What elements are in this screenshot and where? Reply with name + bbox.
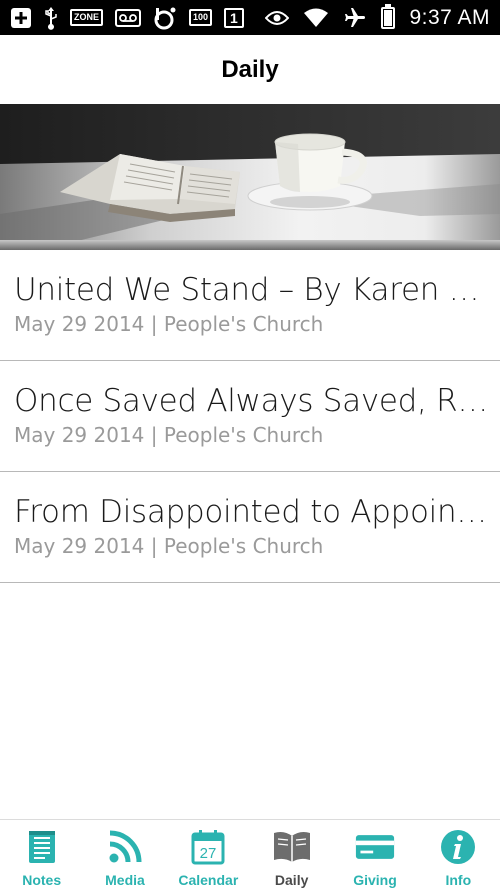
status-bar-notifications: ZONE 100 1 (10, 5, 244, 30)
sim-1-icon: 1 (224, 7, 244, 28)
list-item[interactable]: From Disappointed to Appointed May 29 20… (0, 472, 500, 583)
bible-and-coffee-cup-photo (0, 104, 500, 250)
list-item[interactable]: United We Stand – By Karen Kr… May 29 20… (0, 250, 500, 361)
credit-card-icon (355, 828, 395, 866)
voicemail-icon (115, 8, 142, 27)
calendar-icon: 27 (188, 828, 228, 866)
page-title: Daily (221, 55, 279, 83)
tab-label: Daily (274, 872, 309, 888)
info-icon (438, 828, 478, 866)
list-item-title: From Disappointed to Appointed (14, 494, 490, 530)
storage-100-icon: 100 (189, 9, 213, 26)
list-item[interactable]: Once Saved Always Saved, Right? May 29 2… (0, 361, 500, 472)
eye-icon (265, 10, 290, 26)
status-bar-system: 9:37 AM (265, 3, 490, 30)
clock: 9:37 AM (409, 5, 490, 29)
rss-icon (105, 828, 145, 866)
tab-label: Info (445, 872, 472, 888)
beats-icon (153, 6, 177, 30)
tab-label: Media (105, 872, 145, 888)
hero-image-bottom-edge (0, 240, 500, 250)
status-bar: ZONE 100 1 9:37 AM (0, 0, 500, 35)
battery-icon (381, 3, 396, 29)
wifi-icon (303, 8, 329, 28)
tab-label: Calendar (178, 872, 239, 888)
tab-info[interactable]: Info (417, 820, 500, 889)
list-item-title: Once Saved Always Saved, Right? (14, 383, 490, 419)
usb-icon (44, 6, 58, 30)
airplane-icon (343, 6, 367, 30)
list-item-subtitle: May 29 2014 | People's Church (14, 312, 324, 336)
tab-media[interactable]: Media (83, 820, 166, 889)
tab-calendar[interactable]: 27 Calendar (167, 820, 250, 889)
bottom-tab-bar: Notes Media 27 Calendar Daily Giving Inf… (0, 819, 500, 889)
book-icon (272, 828, 312, 866)
calendar-badge: 27 (200, 845, 217, 862)
add-box-icon (10, 7, 32, 29)
tab-giving[interactable]: Giving (333, 820, 416, 889)
list-item-title: United We Stand – By Karen Kr… (14, 272, 490, 308)
tab-label: Giving (353, 872, 397, 888)
list-item-subtitle: May 29 2014 | People's Church (14, 423, 324, 447)
list-item-subtitle: May 29 2014 | People's Church (14, 534, 324, 558)
app-header: Daily (0, 35, 500, 104)
hero-image (0, 104, 500, 250)
zone-icon: ZONE (70, 9, 104, 26)
notes-icon (22, 828, 62, 866)
daily-list: United We Stand – By Karen Kr… May 29 20… (0, 250, 500, 583)
tab-daily[interactable]: Daily (250, 820, 333, 889)
tab-notes[interactable]: Notes (0, 820, 83, 889)
tab-label: Notes (22, 872, 62, 888)
